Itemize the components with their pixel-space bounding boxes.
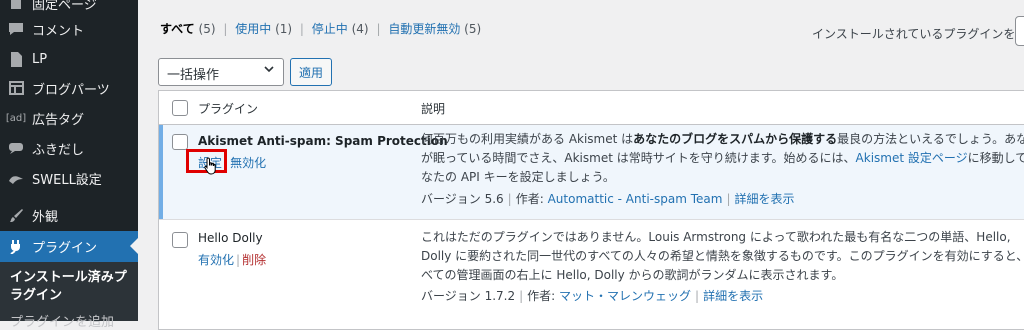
- column-header-plugin: プラグイン: [198, 102, 259, 116]
- filter-auto-update-disabled[interactable]: 自動更新無効: [388, 22, 460, 36]
- row-checkbox[interactable]: [172, 232, 188, 248]
- comment-icon: [6, 22, 26, 36]
- menu-label: SWELL設定: [32, 172, 102, 188]
- menu-label: ふきだし: [32, 142, 85, 158]
- search-input[interactable]: [1015, 16, 1024, 46]
- plugins-table: プラグイン 説明 Akismet Anti-spam: Spam Protect…: [158, 90, 1024, 330]
- bulk-action-selected: 一括操作: [167, 68, 220, 83]
- plugin-status-filters: すべて (5) | 使用中 (1) | 停止中 (4) | 自動更新無効 (5): [160, 20, 481, 37]
- separator: |: [726, 192, 731, 206]
- menu-label: プラグイン: [32, 241, 98, 256]
- table-icon: [6, 81, 26, 95]
- filter-auto-update-disabled-count: (5): [464, 22, 482, 36]
- table-header: プラグイン 説明: [159, 91, 1024, 125]
- bulk-action-select[interactable]: 一括操作: [158, 58, 284, 86]
- author-link[interactable]: Automattic - Anti-spam Team: [548, 192, 723, 206]
- view-details-link[interactable]: 詳細を表示: [734, 192, 794, 206]
- filter-active[interactable]: 使用中: [235, 22, 271, 36]
- delete-link[interactable]: 削除: [242, 253, 266, 267]
- plugin-version: バージョン 1.7.2: [421, 289, 516, 303]
- hand-cursor-icon: [204, 157, 216, 175]
- description-text: 何百万もの利用実績がある Akismet は: [421, 132, 634, 146]
- ad-icon: [ad]: [5, 112, 27, 124]
- column-header-description: 説明: [421, 102, 446, 116]
- separator: |: [376, 22, 381, 36]
- menu-item-lp[interactable]: LP: [0, 44, 138, 74]
- plugin-version: バージョン 5.6: [421, 192, 504, 206]
- separator: |: [519, 289, 524, 303]
- document-icon: [6, 51, 26, 67]
- plugin-description: これはただのプラグインではありません。Louis Armstrong によって歌…: [421, 230, 1024, 282]
- row-actions: 有効化 | 削除: [198, 251, 266, 268]
- menu-label: コメント: [32, 23, 85, 39]
- filter-all[interactable]: すべて: [160, 22, 195, 36]
- plugin-meta: バージョン 1.7.2 | 作者: マット・マレンウェッグ | 詳細を表示: [421, 287, 763, 304]
- menu-label: 外観: [32, 209, 59, 225]
- chevron-down-icon: [263, 63, 275, 78]
- separator: |: [507, 192, 512, 206]
- apply-button[interactable]: 適用: [290, 58, 332, 86]
- separator: |: [695, 289, 700, 303]
- admin-sidebar: 固定ページ コメント LP ブログパーツ [ad] 広告タグ ふきだし SWEL…: [0, 0, 138, 330]
- filter-inactive-count: (4): [351, 22, 369, 36]
- menu-item-appearance[interactable]: 外観: [0, 200, 138, 230]
- separator: |: [299, 22, 304, 36]
- activate-link[interactable]: 有効化: [198, 253, 234, 267]
- menu-label: 広告タグ: [32, 112, 85, 128]
- filter-all-count: (5): [198, 22, 216, 36]
- author-label: 作者:: [515, 192, 544, 206]
- deactivate-link[interactable]: 無効化: [230, 156, 266, 170]
- author-label: 作者:: [527, 289, 556, 303]
- speech-bubble-icon: [6, 142, 26, 154]
- page-icon: [6, 0, 26, 10]
- description-bold: あなたのブログをスパムから保護する: [633, 132, 838, 146]
- filter-active-count: (1): [275, 22, 293, 36]
- menu-item-ad-tag[interactable]: [ad] 広告タグ: [0, 103, 138, 133]
- menu-item-comments[interactable]: コメント: [0, 14, 138, 44]
- plugin-description: 何百万もの利用実績がある Akismet はあなたのブログをスパムから保護する最…: [421, 130, 1024, 187]
- plugin-meta: バージョン 5.6 | 作者: Automattic - Anti-spam Tea…: [421, 190, 795, 207]
- plugin-name: Hello Dolly: [198, 231, 263, 245]
- search-plugins-label: インストールされているプラグインを検索: [812, 27, 1024, 41]
- menu-label: 固定ページ: [32, 0, 97, 13]
- plugin-name: Akismet Anti-spam: Spam Protection: [198, 134, 448, 148]
- menu-label: ブログパーツ: [32, 82, 110, 98]
- filter-inactive[interactable]: 停止中: [312, 22, 348, 36]
- row-checkbox[interactable]: [172, 134, 188, 150]
- akismet-settings-link[interactable]: Akismet 設定ページ: [856, 151, 968, 165]
- table-row: Hello Dolly 有効化 | 削除 これはただのプラグインではありません。Lo…: [159, 220, 1024, 320]
- menu-item-plugins[interactable]: プラグイン: [0, 231, 138, 262]
- plugin-icon: [6, 239, 26, 254]
- swell-icon: [6, 172, 26, 184]
- menu-item-blog-parts[interactable]: ブログパーツ: [0, 73, 138, 103]
- table-row: Akismet Anti-spam: Spam Protection 設定|無効…: [159, 125, 1024, 219]
- separator: |: [223, 22, 228, 36]
- menu-item-swell-settings[interactable]: SWELL設定: [0, 163, 138, 193]
- view-details-link[interactable]: 詳細を表示: [703, 289, 763, 303]
- active-indicator: [159, 125, 163, 219]
- author-link[interactable]: マット・マレンウェッグ: [559, 289, 691, 303]
- menu-label: LP: [32, 51, 48, 67]
- brush-icon: [6, 208, 26, 223]
- select-all-checkbox[interactable]: [172, 100, 188, 116]
- current-menu-arrow: [130, 238, 138, 254]
- submenu-installed-plugins[interactable]: インストール済みプラグイン: [10, 269, 134, 305]
- menu-item-fukidashi[interactable]: ふきだし: [0, 133, 138, 163]
- separator: |: [236, 253, 241, 267]
